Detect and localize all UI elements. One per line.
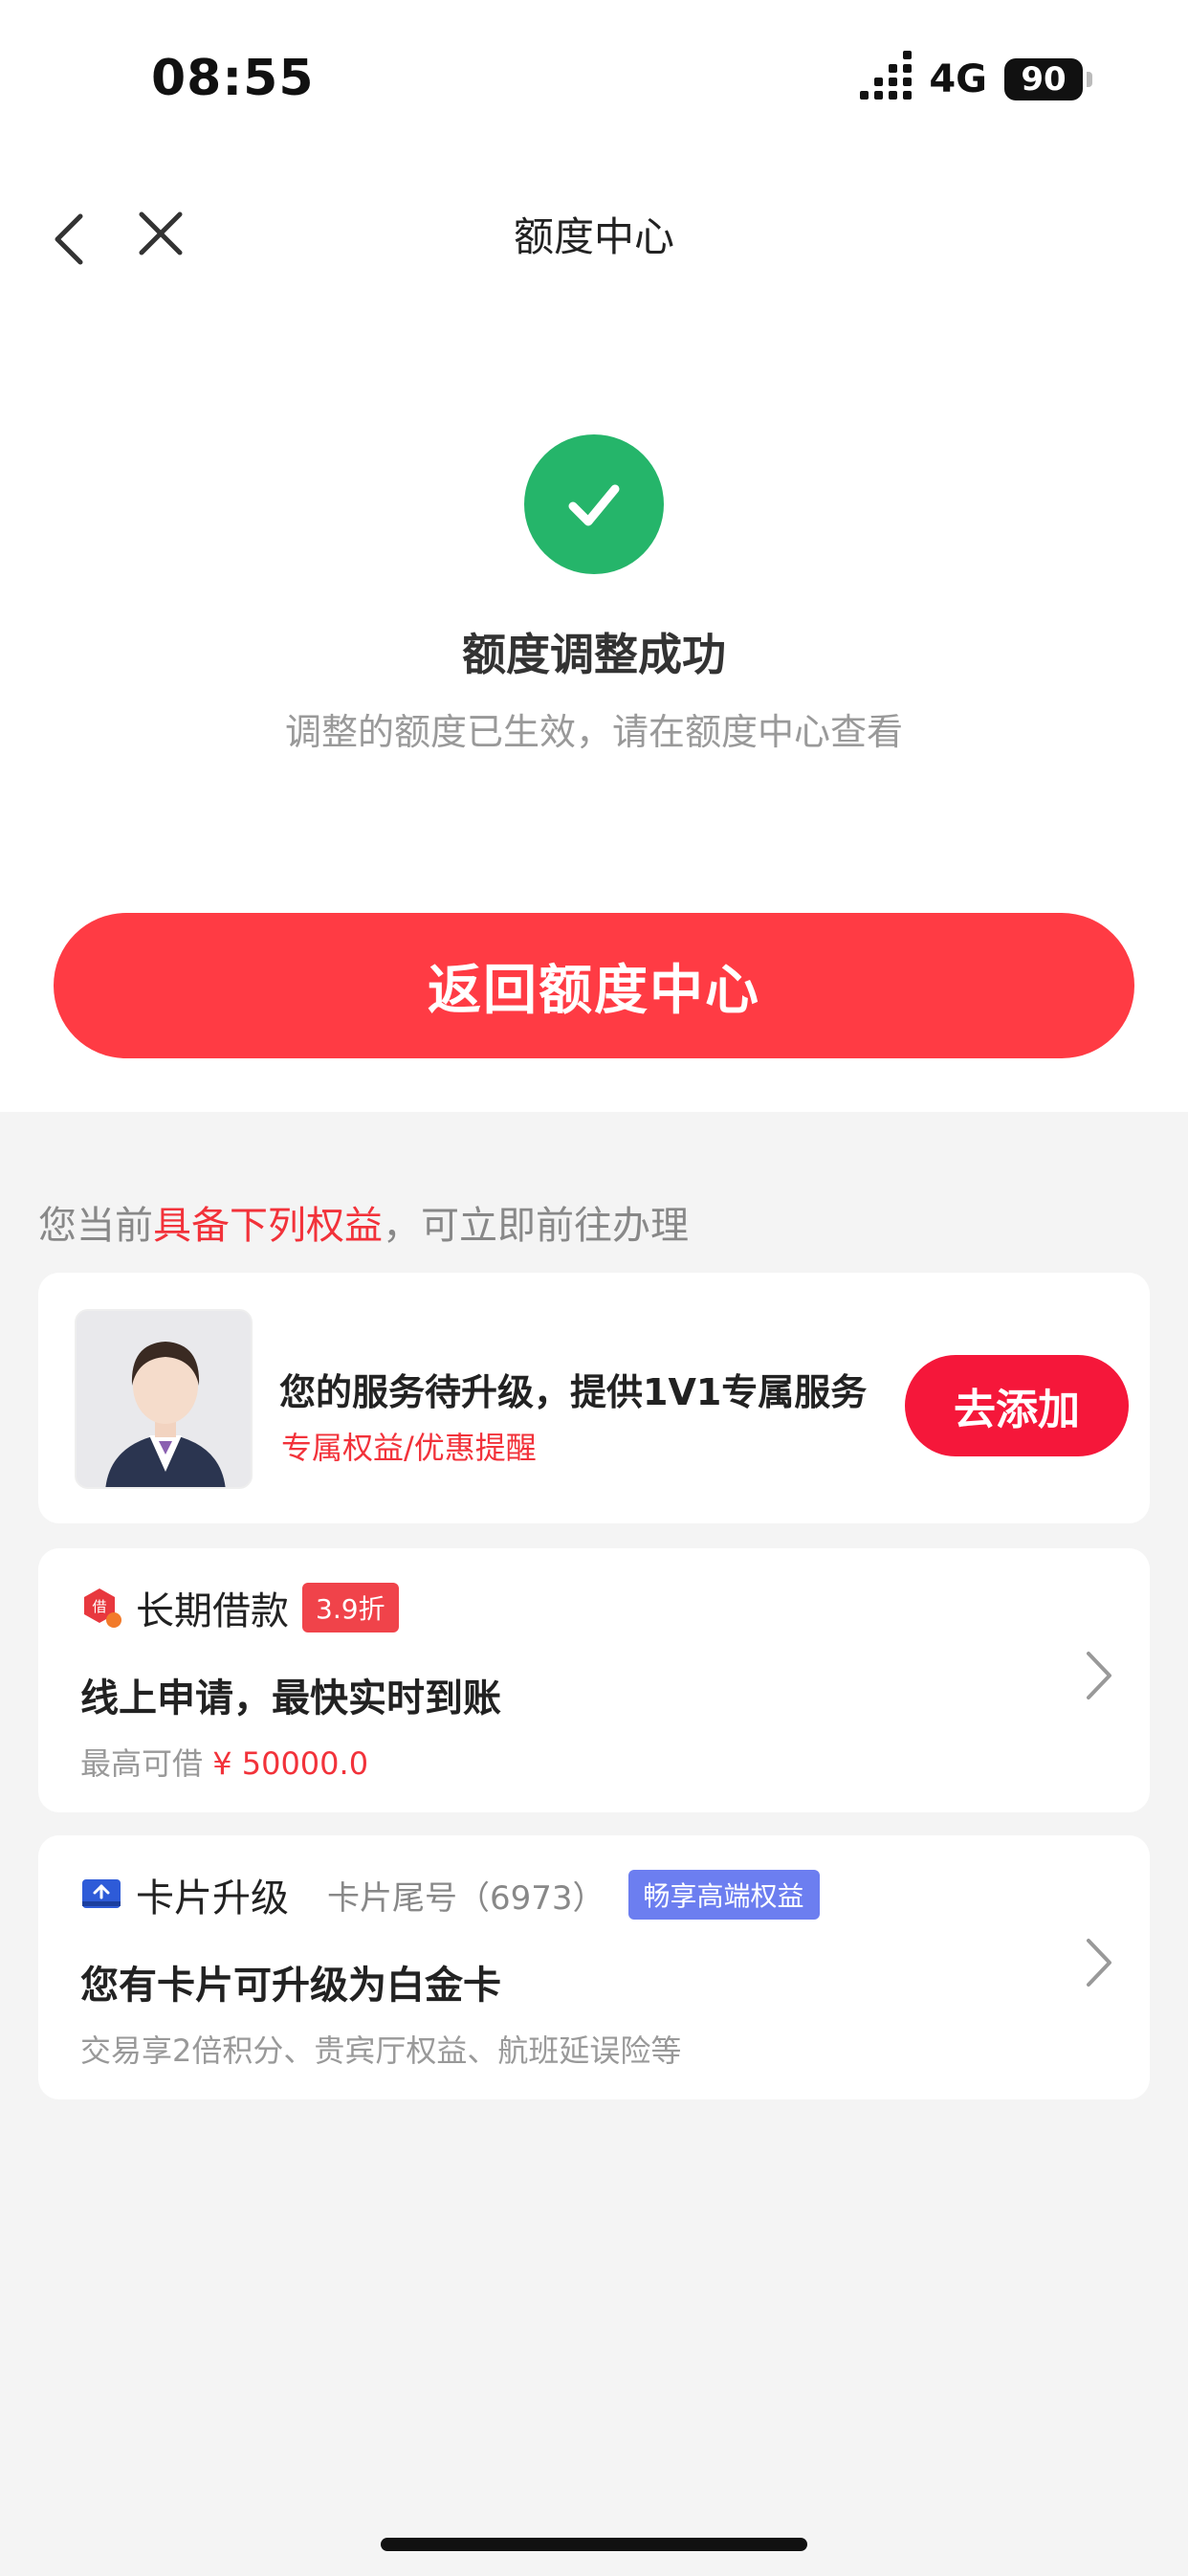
- loan-card-headline: 线上申请，最快实时到账: [80, 1677, 501, 1721]
- card-tail-number: 卡片尾号（6973）: [327, 1878, 605, 1918]
- loan-limit-label: 最高可借: [80, 1745, 213, 1782]
- service-title: 您的服务待升级，提供1V1专属服务: [279, 1371, 868, 1413]
- svg-text:借: 借: [92, 1598, 106, 1615]
- network-label: 4G: [929, 57, 987, 101]
- page-title: 额度中心: [513, 213, 674, 260]
- nav-bar: 额度中心: [0, 182, 1188, 287]
- signal-icon: [860, 51, 913, 100]
- loan-card-name: 长期借款: [136, 1589, 289, 1633]
- status-bar: 08:55 4G 90: [0, 0, 1188, 163]
- card-upgrade-icon: [82, 1879, 121, 1908]
- discount-badge: 3.9折: [302, 1583, 399, 1632]
- check-icon: [524, 434, 664, 574]
- advisor-avatar: [75, 1309, 253, 1489]
- status-time: 08:55: [151, 50, 315, 107]
- page: 08:55 4G 90 额度中心 额度调整成功 调整的额度已生效，请在额度中心查…: [0, 0, 1188, 2576]
- battery-level: 90: [1021, 60, 1067, 99]
- loan-card-limit: 最高可借 ¥ 50000.0: [80, 1740, 368, 1784]
- battery-icon: 90: [1004, 58, 1092, 100]
- loan-card-header: 借 长期借款 3.9折: [80, 1581, 399, 1634]
- status-icons: 4G 90: [860, 51, 1092, 101]
- chevron-right-icon: [1087, 1652, 1111, 1699]
- upgrade-card-headline: 您有卡片可升级为白金卡: [80, 1964, 501, 2008]
- premium-benefit-badge: 畅享高端权益: [627, 1870, 820, 1920]
- card-upgrade-card[interactable]: 卡片升级 卡片尾号（6973） 畅享高端权益 您有卡片可升级为白金卡 交易享2倍…: [38, 1835, 1150, 2099]
- chevron-right-icon: [1087, 1939, 1111, 1987]
- home-indicator[interactable]: [381, 2538, 807, 2551]
- success-title: 额度调整成功: [462, 629, 726, 680]
- benefits-heading-prefix: 您当前: [38, 1204, 153, 1248]
- upgrade-card-name: 卡片升级: [136, 1876, 289, 1921]
- add-button[interactable]: 去添加: [905, 1355, 1129, 1456]
- loan-limit-amount: ¥ 50000.0: [212, 1745, 369, 1782]
- long-term-loan-card[interactable]: 借 长期借款 3.9折 线上申请，最快实时到账 最高可借 ¥ 50000.0: [38, 1548, 1150, 1812]
- benefits-heading: 您当前具备下列权益，可立即前往办理: [38, 1194, 689, 1250]
- success-subtitle: 调整的额度已生效，请在额度中心查看: [284, 711, 903, 753]
- benefits-heading-suffix: ，可立即前往办理: [383, 1204, 689, 1248]
- service-subtitle: 专属权益/优惠提醒: [281, 1430, 537, 1466]
- service-upgrade-card[interactable]: 您的服务待升级，提供1V1专属服务 专属权益/优惠提醒 去添加: [38, 1273, 1150, 1523]
- loan-badge-icon: 借: [84, 1588, 121, 1628]
- benefits-heading-highlight: 具备下列权益: [153, 1204, 383, 1248]
- return-to-credit-center-button[interactable]: 返回额度中心: [54, 913, 1134, 1058]
- upgrade-card-description: 交易享2倍积分、贵宾厅权益、航班延误险等: [80, 2032, 682, 2069]
- upgrade-card-header: 卡片升级 卡片尾号（6973） 畅享高端权益: [80, 1868, 820, 1921]
